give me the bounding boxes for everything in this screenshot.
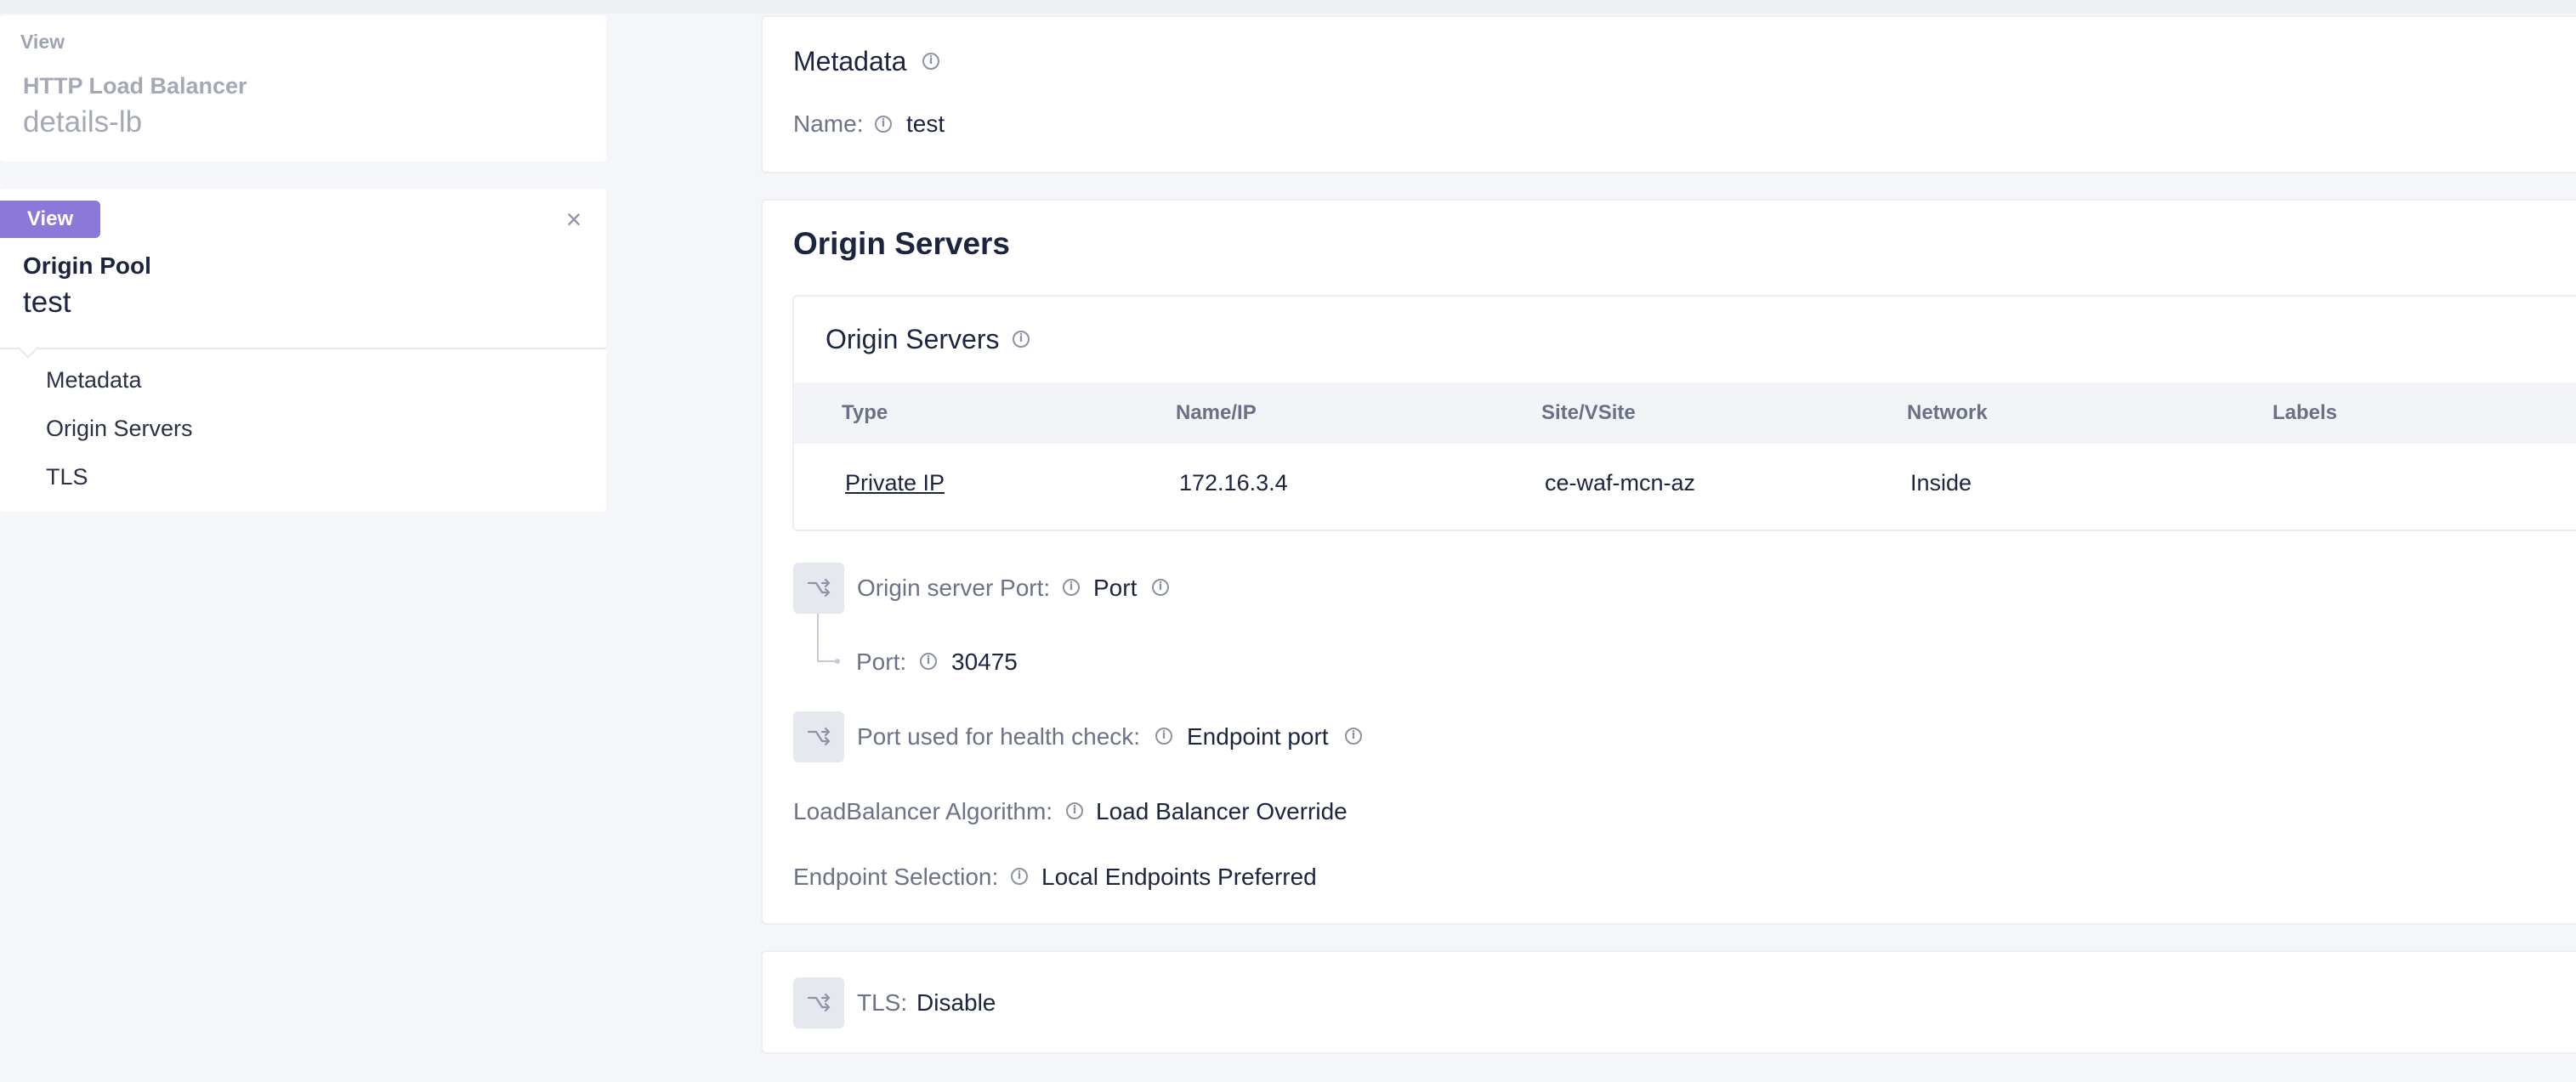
lb-algorithm-value: Load Balancer Override: [1096, 798, 1348, 824]
private-ip-link[interactable]: Private IP: [845, 470, 945, 496]
split-arrows-icon: [793, 977, 844, 1028]
info-icon[interactable]: i: [1155, 728, 1172, 745]
health-check-port-label: Port used for health check:: [857, 723, 1141, 750]
origin-servers-subtitle: Origin Servers: [826, 324, 1000, 354]
info-icon[interactable]: i: [1013, 331, 1030, 348]
port-value: 30475: [951, 649, 1018, 675]
origin-port-value: Port: [1093, 575, 1138, 601]
column-header-labels: Labels: [2272, 401, 2338, 424]
info-icon[interactable]: i: [1011, 868, 1028, 885]
divider: [0, 348, 606, 349]
tree-connector-dot: [835, 659, 840, 664]
column-header-network: Network: [1907, 401, 1988, 424]
close-icon[interactable]: ×: [561, 202, 587, 236]
nav-item-origin-servers[interactable]: Origin Servers: [46, 416, 193, 442]
endpoint-selection-value: Local Endpoints Preferred: [1041, 864, 1317, 890]
tls-card: [761, 950, 2576, 1054]
view-label: View: [20, 31, 65, 53]
metadata-card: [761, 15, 2576, 173]
split-arrows-icon: [793, 563, 844, 614]
top-strip: [0, 0, 2576, 14]
view-badge: View: [0, 201, 100, 238]
name-value: test: [906, 110, 945, 137]
origin-port-label: Origin server Port:: [857, 575, 1051, 601]
nav-item-metadata[interactable]: Metadata: [46, 367, 142, 394]
column-header-type: Type: [842, 401, 888, 424]
info-icon[interactable]: i: [1063, 579, 1080, 596]
object-name: details-lb: [23, 105, 143, 139]
endpoint-selection-label: Endpoint Selection:: [793, 864, 999, 890]
tls-label: TLS:: [857, 989, 908, 1016]
column-header-name-ip: Name/IP: [1176, 401, 1257, 424]
object-type-label: HTTP Load Balancer: [23, 73, 247, 99]
info-icon[interactable]: i: [1152, 579, 1169, 596]
tls-value: Disable: [916, 989, 996, 1016]
object-name: test: [23, 286, 71, 319]
health-check-port-value: Endpoint port: [1187, 723, 1329, 750]
info-icon[interactable]: i: [920, 653, 937, 670]
table-cell-network: Inside: [1910, 470, 1972, 496]
info-icon[interactable]: i: [1066, 802, 1083, 819]
name-label: Name:: [793, 110, 864, 137]
object-type-label: Origin Pool: [23, 252, 151, 279]
nav-item-tls[interactable]: TLS: [46, 464, 88, 490]
table-cell-name-ip: 172.16.3.4: [1179, 470, 1288, 496]
tree-connector: [817, 614, 837, 662]
table-cell-site: ce-waf-mcn-az: [1545, 470, 1696, 496]
metadata-title: Metadata: [793, 46, 907, 76]
origin-servers-section-title: Origin Servers: [793, 226, 1011, 261]
port-label: Port:: [856, 649, 907, 675]
info-icon[interactable]: i: [875, 116, 892, 133]
column-header-site: Site/VSite: [1541, 401, 1636, 424]
table-cell-type[interactable]: Private IP: [845, 470, 945, 496]
split-arrows-icon: [793, 711, 844, 762]
info-icon[interactable]: i: [1345, 728, 1362, 745]
info-icon[interactable]: i: [922, 53, 939, 70]
lb-algorithm-label: LoadBalancer Algorithm:: [793, 798, 1053, 824]
